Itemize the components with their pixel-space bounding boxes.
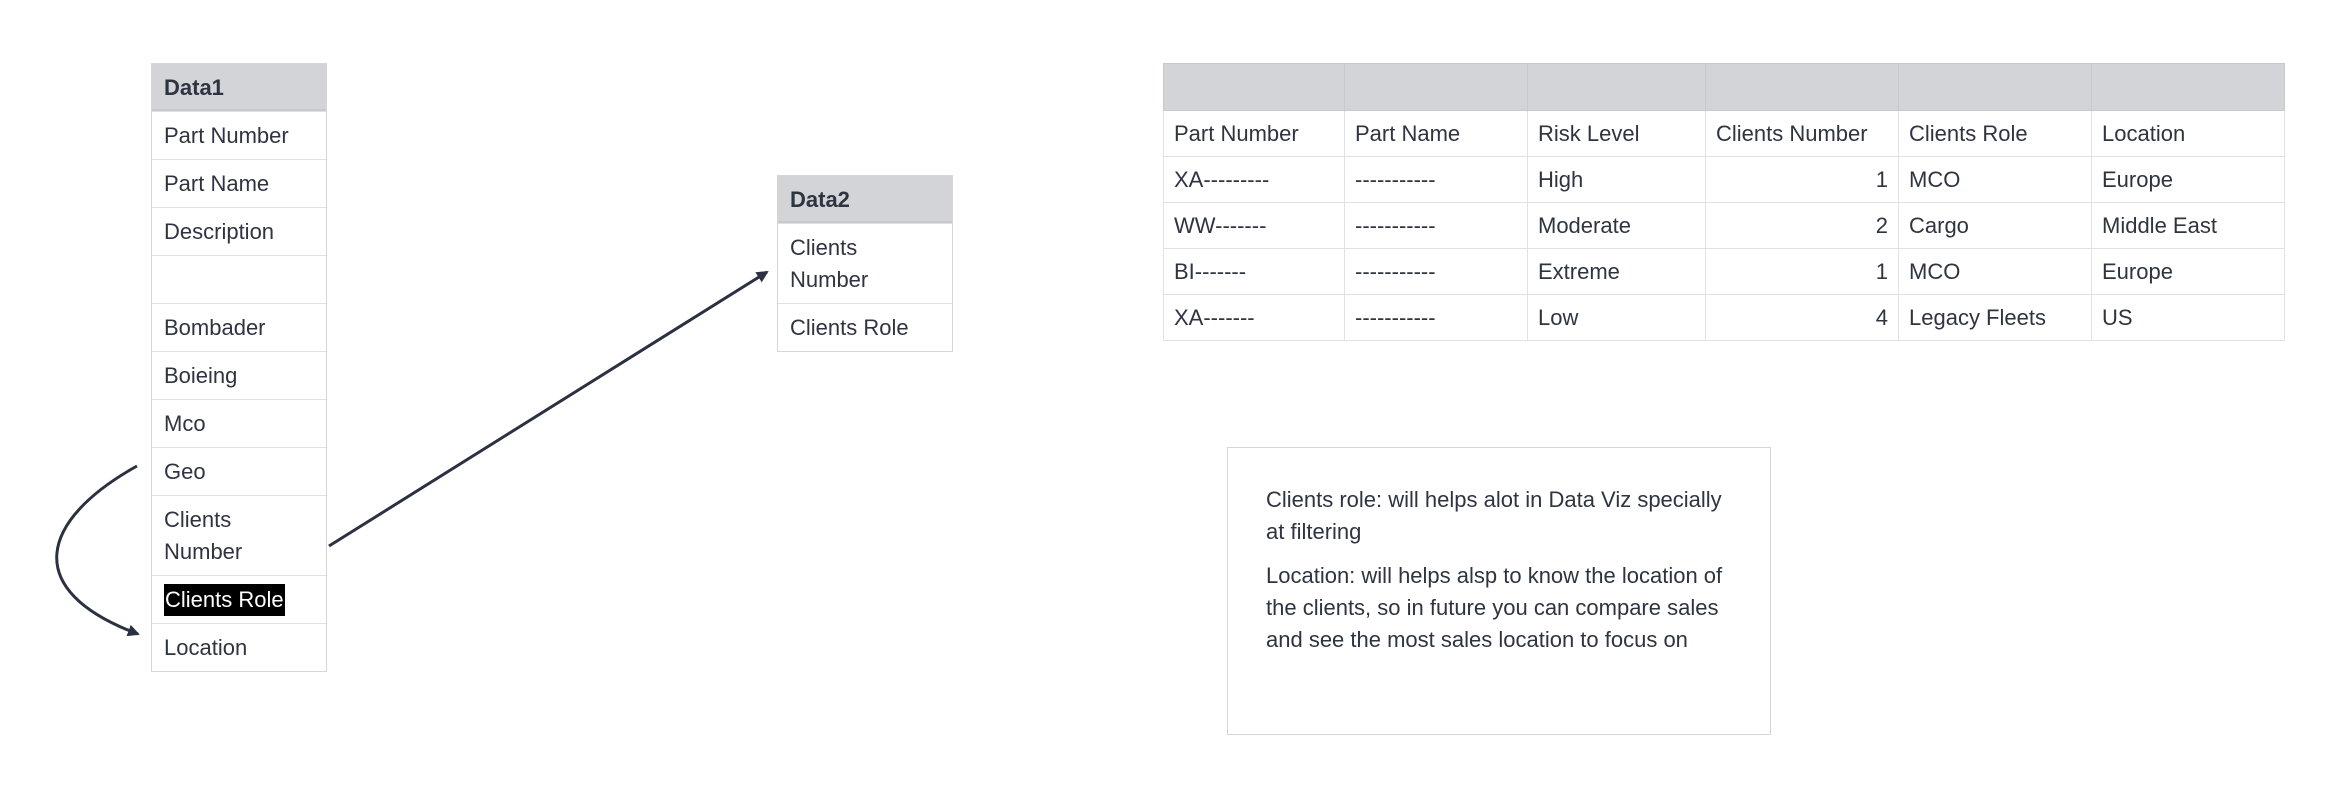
connectors-layer — [55, 270, 769, 637]
curved-arrow-geo-to-clients-role[interactable] — [55, 464, 140, 637]
arrow-data1-to-data2[interactable] — [328, 270, 769, 548]
